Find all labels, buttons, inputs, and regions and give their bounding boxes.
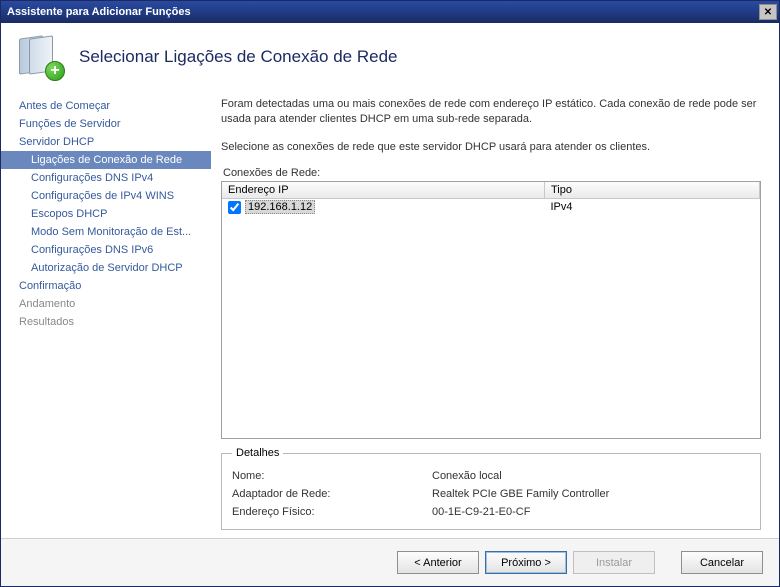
table-header-row: Endereço IP Tipo xyxy=(222,182,760,199)
step-dhcp-server[interactable]: Servidor DHCP xyxy=(1,133,211,151)
step-network-bindings[interactable]: Ligações de Conexão de Rede xyxy=(1,151,211,169)
step-server-roles[interactable]: Funções de Servidor xyxy=(1,115,211,133)
step-progress: Andamento xyxy=(1,295,211,313)
col-type[interactable]: Tipo xyxy=(545,182,760,199)
cancel-button[interactable]: Cancelar xyxy=(681,551,763,574)
wizard-steps: Antes de Começar Funções de Servidor Ser… xyxy=(1,89,211,538)
close-icon: ✕ xyxy=(764,7,772,18)
step-stateless-mode[interactable]: Modo Sem Monitoração de Est... xyxy=(1,223,211,241)
wizard-window: Assistente para Adicionar Funções ✕ + Se… xyxy=(0,0,780,587)
details-group: Detalhes Nome: Conexão local Adaptador d… xyxy=(221,447,761,530)
detail-adapter-value: Realtek PCIe GBE Family Controller xyxy=(432,488,609,500)
cell-type: IPv4 xyxy=(545,199,760,216)
step-dhcp-authorize[interactable]: Autorização de Servidor DHCP xyxy=(1,259,211,277)
connections-table: Endereço IP Tipo 192.168.1.12 xyxy=(222,182,760,215)
step-results: Resultados xyxy=(1,313,211,331)
col-ip[interactable]: Endereço IP xyxy=(222,182,545,199)
connections-table-wrap[interactable]: Endereço IP Tipo 192.168.1.12 xyxy=(221,181,761,439)
step-dns-ipv6[interactable]: Configurações DNS IPv6 xyxy=(1,241,211,259)
wizard-header: + Selecionar Ligações de Conexão de Rede xyxy=(1,23,779,89)
wizard-footer: < Anterior Próximo > Instalar Cancelar xyxy=(1,538,779,586)
close-button[interactable]: ✕ xyxy=(759,4,777,20)
titlebar: Assistente para Adicionar Funções ✕ xyxy=(1,1,779,23)
detail-name-value: Conexão local xyxy=(432,470,502,482)
detail-adapter-label: Adaptador de Rede: xyxy=(232,488,432,500)
detail-name-label: Nome: xyxy=(232,470,432,482)
next-button[interactable]: Próximo > xyxy=(485,551,567,574)
install-button: Instalar xyxy=(573,551,655,574)
connections-label: Conexões de Rede: xyxy=(223,167,761,179)
description-1: Foram detectadas uma ou mais conexões de… xyxy=(221,97,761,128)
detail-mac-label: Endereço Físico: xyxy=(232,506,432,518)
details-legend: Detalhes xyxy=(232,447,283,459)
server-add-icon: + xyxy=(19,35,63,79)
step-wins-ipv4[interactable]: Configurações de IPv4 WINS xyxy=(1,187,211,205)
page-title: Selecionar Ligações de Conexão de Rede xyxy=(79,47,398,67)
window-title: Assistente para Adicionar Funções xyxy=(7,6,191,18)
description-2: Selecione as conexões de rede que este s… xyxy=(221,140,761,155)
step-dns-ipv4[interactable]: Configurações DNS IPv4 xyxy=(1,169,211,187)
step-dhcp-scopes[interactable]: Escopos DHCP xyxy=(1,205,211,223)
step-confirmation[interactable]: Confirmação xyxy=(1,277,211,295)
step-before-begin[interactable]: Antes de Começar xyxy=(1,97,211,115)
row-checkbox[interactable] xyxy=(228,201,241,214)
table-row[interactable]: 192.168.1.12 IPv4 xyxy=(222,199,760,216)
cell-ip: 192.168.1.12 xyxy=(245,200,315,214)
prev-button[interactable]: < Anterior xyxy=(397,551,479,574)
detail-mac-value: 00-1E-C9-21-E0-CF xyxy=(432,506,530,518)
wizard-content: Foram detectadas uma ou mais conexões de… xyxy=(211,89,779,538)
